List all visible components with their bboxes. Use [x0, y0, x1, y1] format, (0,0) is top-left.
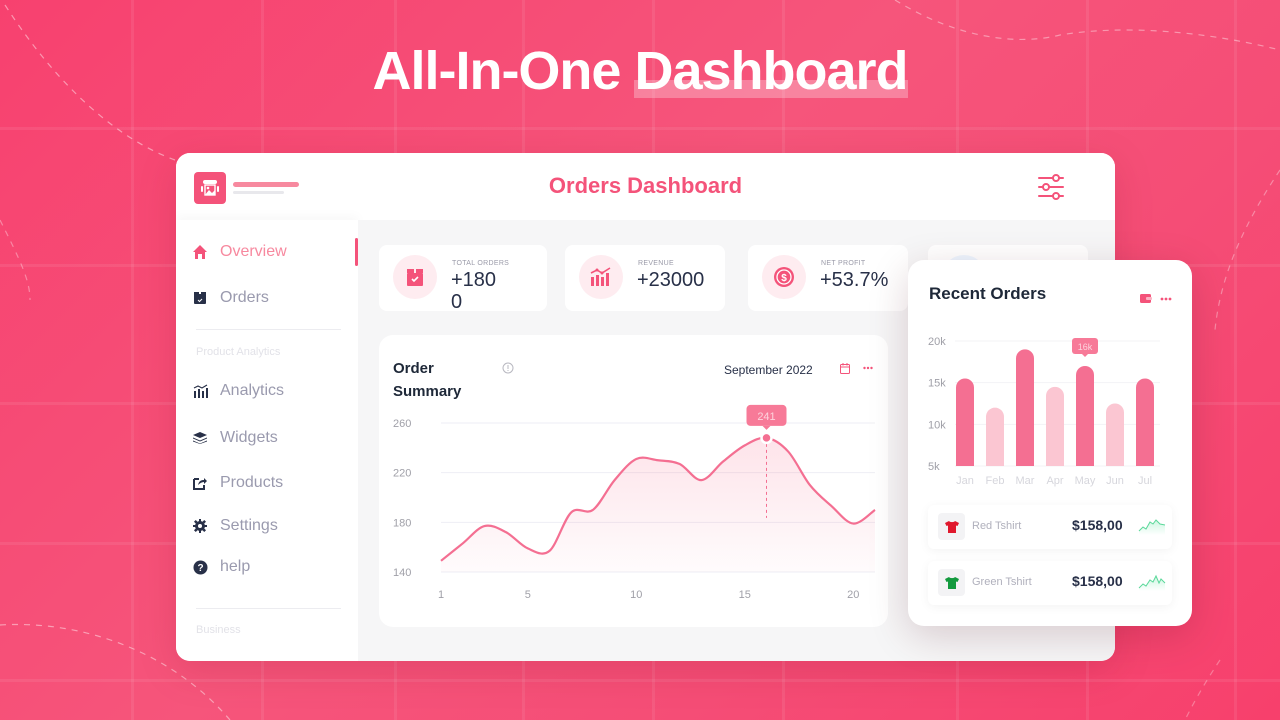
- order-row[interactable]: Green Tshirt $158,00: [928, 561, 1172, 605]
- product-thumbnail: [938, 513, 965, 540]
- sidebar-item-products[interactable]: Products: [192, 471, 283, 495]
- stat-value: +23000: [637, 269, 705, 291]
- sidebar-item-settings[interactable]: Settings: [192, 514, 278, 538]
- box-icon: [192, 290, 208, 306]
- box-check-icon: [393, 255, 437, 299]
- analytics-icon: [192, 383, 208, 399]
- sidebar-item-orders[interactable]: Orders: [192, 286, 269, 310]
- sidebar: Overview Orders Product Analytics Analyt…: [176, 220, 358, 661]
- bar: [986, 407, 1004, 466]
- chart-bars-icon: [579, 255, 623, 299]
- x-tick-label: Jun: [1106, 475, 1124, 487]
- highlight-point: [760, 431, 773, 445]
- stat-label: REVENUE: [638, 260, 674, 267]
- product-price: $158,00: [1072, 573, 1123, 589]
- area-fill: [441, 437, 875, 572]
- order-summary-card: Order Summary September 2022 140 180 220 26…: [379, 335, 888, 627]
- bar: [1106, 403, 1124, 466]
- hero-title-highlight: Dashboard: [634, 40, 909, 102]
- page-title: Orders Dashboard: [548, 173, 743, 198]
- x-tick-label: Jan: [956, 475, 974, 487]
- x-tick-label: May: [1075, 475, 1096, 487]
- x-tick-label: 15: [739, 589, 751, 601]
- sidebar-item-overview[interactable]: Overview: [192, 240, 287, 264]
- x-tick-label: Apr: [1046, 475, 1063, 487]
- product-name: Red Tshirt: [972, 520, 1022, 532]
- filter-button[interactable]: [1037, 173, 1065, 201]
- y-tick-label: 180: [393, 517, 411, 529]
- sidebar-item-widgets[interactable]: Widgets: [192, 426, 278, 450]
- stat-card-total-orders[interactable]: TOTAL ORDERS +180 0: [379, 245, 547, 313]
- dollar-icon: $: [762, 255, 806, 299]
- tooltip-label: 241: [757, 411, 775, 423]
- sidebar-item-label: Widgets: [220, 429, 278, 446]
- stat-card-net-profit[interactable]: $ NET PROFIT +53.7%: [748, 245, 908, 311]
- x-tick-label: 1: [438, 589, 444, 601]
- topbar: Orders Dashboard: [176, 153, 1115, 220]
- stat-card-revenue[interactable]: REVENUE +23000: [565, 245, 725, 311]
- stat-label: TOTAL ORDERS: [452, 260, 510, 267]
- hero-title-part1: All-In-One: [372, 41, 621, 101]
- sidebar-item-label: Analytics: [220, 382, 285, 399]
- sidebar-item-label: Orders: [220, 289, 269, 306]
- bar: [1016, 349, 1034, 466]
- bar: [1076, 366, 1094, 466]
- y-tick-label: 15k: [928, 378, 946, 390]
- section-label-business: Business: [196, 624, 241, 636]
- product-thumbnail: [938, 569, 965, 596]
- section-label-product-analytics: Product Analytics: [196, 346, 281, 358]
- x-tick-label: Jul: [1138, 475, 1152, 487]
- x-tick-label: Feb: [986, 475, 1005, 487]
- x-tick-label: Mar: [1016, 475, 1035, 487]
- y-tick-label: 260: [393, 418, 411, 430]
- home-icon: [192, 244, 208, 260]
- svg-text:$: $: [781, 273, 787, 284]
- product-name: Green Tshirt: [972, 576, 1032, 588]
- tooltip-pointer: [762, 425, 771, 430]
- product-price: $158,00: [1072, 517, 1123, 533]
- y-tick-label: 5k: [928, 461, 940, 473]
- y-tick-label: 10k: [928, 419, 946, 431]
- bar: [956, 378, 974, 466]
- stat-value: +180 0: [451, 269, 497, 313]
- hero-title-part2: Dashboard: [634, 41, 908, 101]
- stat-value: +53.7%: [820, 269, 889, 291]
- sidebar-divider: [196, 608, 341, 609]
- sidebar-item-label: Overview: [220, 243, 287, 260]
- sliders-icon: [1038, 174, 1064, 200]
- tshirt-icon: [944, 576, 959, 589]
- order-summary-chart: 1401802202601 5 10 15 20241: [393, 404, 876, 601]
- svg-text:?: ?: [197, 563, 203, 574]
- sparkline-icon: [1138, 519, 1166, 535]
- y-tick-label: 140: [393, 567, 411, 579]
- x-tick-label: 20: [847, 589, 859, 601]
- recent-orders-chart: 5k 10k 15k 20k Jan Feb Mar Apr May Jun Jul 16k: [928, 336, 1160, 487]
- x-tick-label: 5: [525, 589, 531, 601]
- layers-icon: [192, 430, 208, 446]
- y-tick-label: 20k: [928, 336, 946, 348]
- tshirt-icon: [944, 520, 959, 533]
- sidebar-item-analytics[interactable]: Analytics: [192, 379, 284, 403]
- share-icon: [192, 475, 208, 491]
- help-icon: ?: [192, 559, 208, 575]
- sidebar-divider: [196, 329, 341, 330]
- stat-label: NET PROFIT: [821, 260, 866, 267]
- gear-icon: [192, 518, 208, 534]
- sidebar-item-help[interactable]: ? help: [192, 555, 250, 579]
- order-row[interactable]: Red Tshirt $158,00: [928, 505, 1172, 549]
- bar: [1046, 386, 1064, 466]
- tooltip-pointer: [1082, 354, 1088, 357]
- y-tick-label: 220: [393, 468, 411, 480]
- sidebar-item-label: help: [220, 558, 251, 575]
- recent-orders-card: Recent Orders 5k 10k 15k 20k Jan Feb Mar Apr May…: [908, 260, 1192, 626]
- sidebar-item-label: Products: [220, 474, 284, 491]
- x-tick-label: 10: [630, 589, 642, 601]
- sidebar-item-label: Settings: [220, 517, 278, 534]
- tooltip-label: 16k: [1078, 342, 1093, 352]
- bar: [1136, 378, 1154, 466]
- sparkline-icon: [1138, 574, 1166, 591]
- hero-title: All-In-One Dashboard: [0, 40, 1280, 102]
